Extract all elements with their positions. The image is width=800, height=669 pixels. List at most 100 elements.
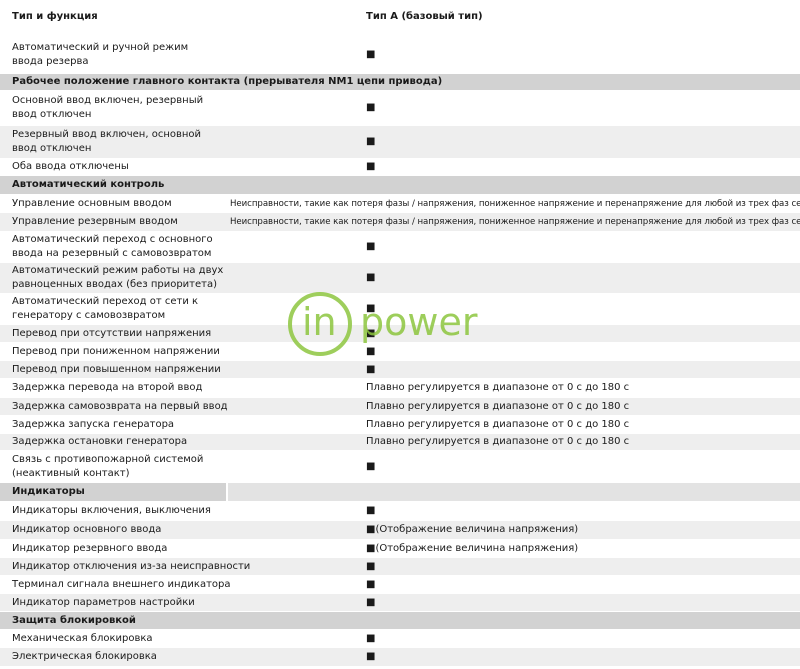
feature-value: ■ bbox=[366, 161, 376, 172]
table-row: Индикатор резервного ввода ■(Отображение … bbox=[0, 540, 800, 557]
feature-label: Задержка перевода на второй ввод bbox=[12, 381, 227, 395]
feature-label-line: (неактивный контакт) bbox=[12, 468, 130, 479]
feature-label: Перевод при пониженном напряжении bbox=[12, 345, 227, 359]
feature-label-line: ввода резерва bbox=[12, 56, 89, 67]
feature-label: Индикатор отключения из-за неисправности bbox=[12, 560, 251, 574]
feature-label-line: Перевод при повышенном напряжении bbox=[12, 364, 221, 375]
feature-label: Оба ввода отключены bbox=[12, 160, 227, 174]
feature-value: ■(Отображение величина напряжения) bbox=[366, 543, 579, 554]
section-title: Индикаторы bbox=[12, 486, 85, 497]
table-row: Перевод при пониженном напряжении ■ bbox=[0, 343, 800, 360]
feature-label: Терминал сигнала внешнего индикатора bbox=[12, 578, 231, 592]
feature-label-line: Перевод при пониженном напряжении bbox=[12, 346, 220, 357]
section-title: Защита блокировкой bbox=[12, 615, 136, 626]
feature-label-line: Автоматический и ручной режим bbox=[12, 42, 189, 53]
feature-value: ■ bbox=[366, 364, 376, 375]
feature-label: Задержка остановки генератора bbox=[12, 435, 227, 449]
table-row: Механическая блокировка ■ bbox=[0, 630, 800, 647]
feature-label-line: Механическая блокировка bbox=[12, 633, 153, 644]
feature-label-line: Оба ввода отключены bbox=[12, 161, 129, 172]
feature-value: ■ bbox=[366, 561, 376, 572]
table-row: Терминал сигнала внешнего индикатора ■ bbox=[0, 576, 800, 593]
feature-value: ■ bbox=[366, 461, 376, 472]
feature-label-line: Задержка перевода на второй ввод bbox=[12, 382, 203, 393]
feature-label-line: Резервный ввод включен, основной bbox=[12, 129, 202, 140]
column-header-type-a: Тип А (базовый тип) bbox=[366, 11, 483, 22]
feature-label-line: Задержка остановки генератора bbox=[12, 436, 188, 447]
table-row: Индикаторы включения, выключения ■ bbox=[0, 502, 800, 520]
table-row: Задержка самовозврата на первый ввод Плав… bbox=[0, 398, 800, 415]
feature-value: ■ bbox=[366, 651, 376, 662]
feature-value: Плавно регулируется в диапазоне от 0 с д… bbox=[366, 436, 630, 447]
table-row: Задержка запуска генератора Плавно регули… bbox=[0, 416, 800, 433]
table-row: Управление резервным вводом Неисправности… bbox=[0, 213, 800, 231]
section-header-row: Автоматический контроль bbox=[0, 176, 800, 194]
feature-label: Автоматический и ручной режим ввода резер… bbox=[12, 41, 227, 69]
feature-label-line: Индикатор параметров настройки bbox=[12, 597, 195, 608]
feature-label-line: генератору с самовозвратом bbox=[12, 310, 166, 321]
feature-value: Плавно регулируется в диапазоне от 0 с д… bbox=[366, 401, 630, 412]
table-row: Задержка остановки генератора Плавно регу… bbox=[0, 434, 800, 450]
feature-label: Автоматический переход от сети к генерато… bbox=[12, 295, 227, 323]
section-right-cell bbox=[228, 483, 800, 501]
feature-value: Плавно регулируется в диапазоне от 0 с д… bbox=[366, 382, 630, 393]
feature-value: ■ bbox=[366, 272, 376, 283]
table-row: Автоматический переход от сети к генерато… bbox=[0, 294, 800, 324]
feature-label-line: Терминал сигнала внешнего индикатора bbox=[12, 579, 231, 590]
feature-value: ■ bbox=[366, 597, 376, 608]
table-row: Основной ввод включен, резервный ввод отк… bbox=[0, 91, 800, 125]
feature-value: Плавно регулируется в диапазоне от 0 с д… bbox=[366, 419, 630, 430]
section-title: Автоматический контроль bbox=[12, 179, 165, 190]
feature-label-line: ввода на резервный с самовозвратом bbox=[12, 248, 212, 259]
feature-label: Управление резервным вводом bbox=[12, 215, 227, 229]
feature-label-line: Задержка самовозврата на первый ввод bbox=[12, 401, 228, 412]
feature-label-line: ввод отключен bbox=[12, 109, 92, 120]
section-header-row: Рабочее положение главного контакта (пре… bbox=[0, 74, 800, 90]
feature-value: ■ bbox=[366, 49, 376, 60]
table-row: Перевод при повышенном напряжении ■ bbox=[0, 361, 800, 378]
table-row: Индикатор отключения из-за неисправности… bbox=[0, 558, 800, 575]
feature-label-line: Индикатор основного ввода bbox=[12, 524, 162, 535]
section-header-row: Защита блокировкой bbox=[0, 612, 800, 629]
feature-label: Механическая блокировка bbox=[12, 632, 227, 646]
feature-label-line: Связь с противопожарной системой bbox=[12, 454, 204, 465]
feature-value: ■ bbox=[366, 102, 376, 113]
feature-label-line: Управление основным вводом bbox=[12, 198, 172, 209]
table-row: Управление основным вводом Неисправности,… bbox=[0, 195, 800, 212]
feature-label-line: Автоматический переход с основного bbox=[12, 234, 213, 245]
feature-value: Неисправности, такие как потеря фазы / н… bbox=[230, 217, 800, 227]
table-row: Автоматический режим работы на двух равно… bbox=[0, 263, 800, 293]
feature-label-line: Задержка запуска генератора bbox=[12, 419, 175, 430]
feature-label: Индикатор основного ввода bbox=[12, 523, 227, 537]
feature-label: Задержка запуска генератора bbox=[12, 418, 227, 432]
feature-label: Индикаторы включения, выключения bbox=[12, 504, 227, 518]
table-row: Связь с противопожарной системой (неактив… bbox=[0, 451, 800, 482]
feature-label-line: Управление резервным вводом bbox=[12, 216, 178, 227]
feature-label: Резервный ввод включен, основной ввод отк… bbox=[12, 128, 227, 156]
feature-label: Основной ввод включен, резервный ввод отк… bbox=[12, 94, 227, 122]
section-header-row: Индикаторы bbox=[0, 483, 800, 501]
feature-label: Управление основным вводом bbox=[12, 197, 227, 211]
feature-value: ■ bbox=[366, 505, 376, 516]
table-header-row: Тип и функция Тип А (базовый тип) bbox=[0, 0, 800, 36]
feature-label-line: Индикаторы включения, выключения bbox=[12, 505, 211, 516]
feature-value: ■ bbox=[366, 579, 376, 590]
table-row: Индикатор параметров настройки ■ bbox=[0, 594, 800, 611]
feature-value: ■ bbox=[366, 346, 376, 357]
feature-label: Перевод при отсутствии напряжения bbox=[12, 327, 227, 341]
table-row: Автоматический переход с основного ввода … bbox=[0, 232, 800, 262]
table-row: Резервный ввод включен, основной ввод отк… bbox=[0, 126, 800, 158]
feature-label: Перевод при повышенном напряжении bbox=[12, 363, 227, 377]
feature-value: ■ bbox=[366, 136, 376, 147]
feature-value: ■ bbox=[366, 633, 376, 644]
feature-value: ■ bbox=[366, 328, 376, 339]
column-header-type: Тип и функция bbox=[12, 11, 98, 22]
feature-label: Автоматический режим работы на двух равно… bbox=[12, 264, 227, 292]
feature-value: ■(Отображение величина напряжения) bbox=[366, 524, 579, 535]
feature-label-line: Основной ввод включен, резервный bbox=[12, 95, 204, 106]
feature-label-line: Индикатор отключения из-за неисправности bbox=[12, 561, 251, 572]
table-row: Индикатор основного ввода ■(Отображение в… bbox=[0, 521, 800, 539]
feature-label: Индикатор резервного ввода bbox=[12, 542, 227, 556]
feature-label-line: Индикатор резервного ввода bbox=[12, 543, 168, 554]
table-row: Оба ввода отключены ■ bbox=[0, 159, 800, 175]
